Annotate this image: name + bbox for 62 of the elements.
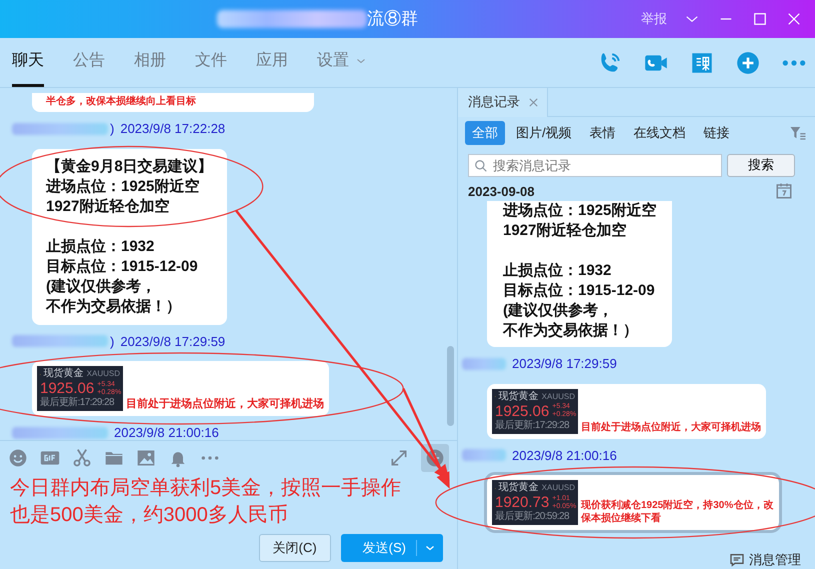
message-text: 进场点位：1925附近空 bbox=[503, 201, 656, 221]
name-suffix: ) bbox=[110, 120, 114, 138]
message-time: 2023/9/8 17:22:28 bbox=[120, 120, 226, 138]
close-icon[interactable] bbox=[528, 96, 539, 108]
message-text: 目标点位：1915-12-09 bbox=[46, 256, 199, 276]
quote-name: 现货黄金 bbox=[498, 390, 539, 402]
message-text: 1927附近轻仓加空 bbox=[503, 221, 628, 241]
message-text: 1927附近轻仓加空 bbox=[46, 196, 170, 216]
blurred-name bbox=[462, 449, 506, 462]
message-time: 2023/9/8 17:29:59 bbox=[120, 332, 226, 350]
quote-name: 现货黄金 bbox=[44, 368, 84, 380]
maximize-icon[interactable] bbox=[751, 10, 769, 28]
quote-symbol: XAUUSD bbox=[86, 368, 120, 380]
quote-symbol: XAUUSD bbox=[542, 482, 575, 494]
message-text: 目前处于进场点位附近，大家可择机进场 bbox=[581, 420, 761, 434]
window-title: 流⑧群 bbox=[367, 8, 418, 30]
quote-updated: 最后更新:17:29:28 bbox=[495, 420, 570, 432]
quote-price: 1925.06 bbox=[40, 380, 94, 397]
message-text: 不作为交易依据！） bbox=[503, 321, 639, 341]
filter-tab[interactable]: 图片/视频 bbox=[509, 121, 579, 144]
filter-tab[interactable]: 在线文档 bbox=[626, 121, 693, 144]
scissors-icon[interactable] bbox=[72, 448, 92, 468]
chat-tab[interactable]: 聊天 bbox=[12, 38, 44, 87]
search-field[interactable]: 搜索消息记录 bbox=[468, 154, 722, 176]
filter-tab[interactable]: 表情 bbox=[582, 121, 623, 144]
quote-name: 现货黄金 bbox=[498, 482, 539, 494]
expand-icon[interactable] bbox=[389, 448, 409, 468]
search-button[interactable]: 搜索 bbox=[727, 154, 795, 176]
report-link[interactable]: 举报 bbox=[635, 9, 673, 29]
message-text: (建议仅供参考， bbox=[503, 301, 614, 321]
message-text: 目前处于进场点位附近，大家可择机进场 bbox=[126, 397, 324, 411]
image-icon[interactable] bbox=[136, 448, 156, 468]
quote-price: 1925.06 bbox=[495, 402, 550, 420]
history-tab[interactable]: 消息记录 bbox=[458, 88, 548, 116]
date-label: 2023-09-08 bbox=[468, 182, 534, 200]
message-text: 止损点位：1932 bbox=[46, 236, 156, 256]
message-text: 进场点位：1925附近空 bbox=[46, 176, 200, 196]
message-time: 2023/9/8 17:29:59 bbox=[512, 355, 617, 373]
name-suffix: ) bbox=[110, 332, 114, 351]
message-manager-button[interactable]: 消息管理 bbox=[729, 550, 801, 569]
search-icon bbox=[474, 158, 488, 172]
quote-updated: 最后更新:17:29:28 bbox=[40, 397, 116, 409]
message-text: (建议仅供参考， bbox=[46, 276, 157, 296]
blurred-name bbox=[462, 358, 506, 370]
message-text: 目标点位：1915-12-09 bbox=[503, 281, 656, 301]
quote-updated: 最后更新:20:59:28 bbox=[495, 511, 570, 523]
history-clock-icon[interactable] bbox=[425, 448, 445, 468]
message-text: 【黄金9月8日交易建议】 bbox=[46, 156, 213, 176]
message-icon bbox=[729, 552, 745, 568]
filter-tab[interactable]: 链接 bbox=[696, 121, 737, 144]
calendar-icon[interactable] bbox=[775, 182, 793, 200]
emoji-icon[interactable] bbox=[8, 448, 28, 468]
close-button[interactable]: 关闭(C) bbox=[258, 534, 331, 562]
quote-price: 1920.73 bbox=[495, 494, 550, 511]
add-circle-icon[interactable] bbox=[735, 50, 761, 76]
message-time: 2023/9/8 21:00:16 bbox=[512, 446, 617, 464]
message-text: 半仓多，改保本损继续向上看目标 bbox=[46, 94, 197, 109]
message-text: 止损点位：1932 bbox=[503, 261, 612, 281]
message-time: 2023/9/8 21:00:16 bbox=[114, 424, 219, 440]
quote-symbol: XAUUSD bbox=[542, 390, 575, 402]
message-text: 现价获利减仓1925附近空，持30%仓位，改保本损位继续下看 bbox=[581, 499, 774, 525]
message-text: 不作为交易依据！） bbox=[46, 296, 182, 316]
